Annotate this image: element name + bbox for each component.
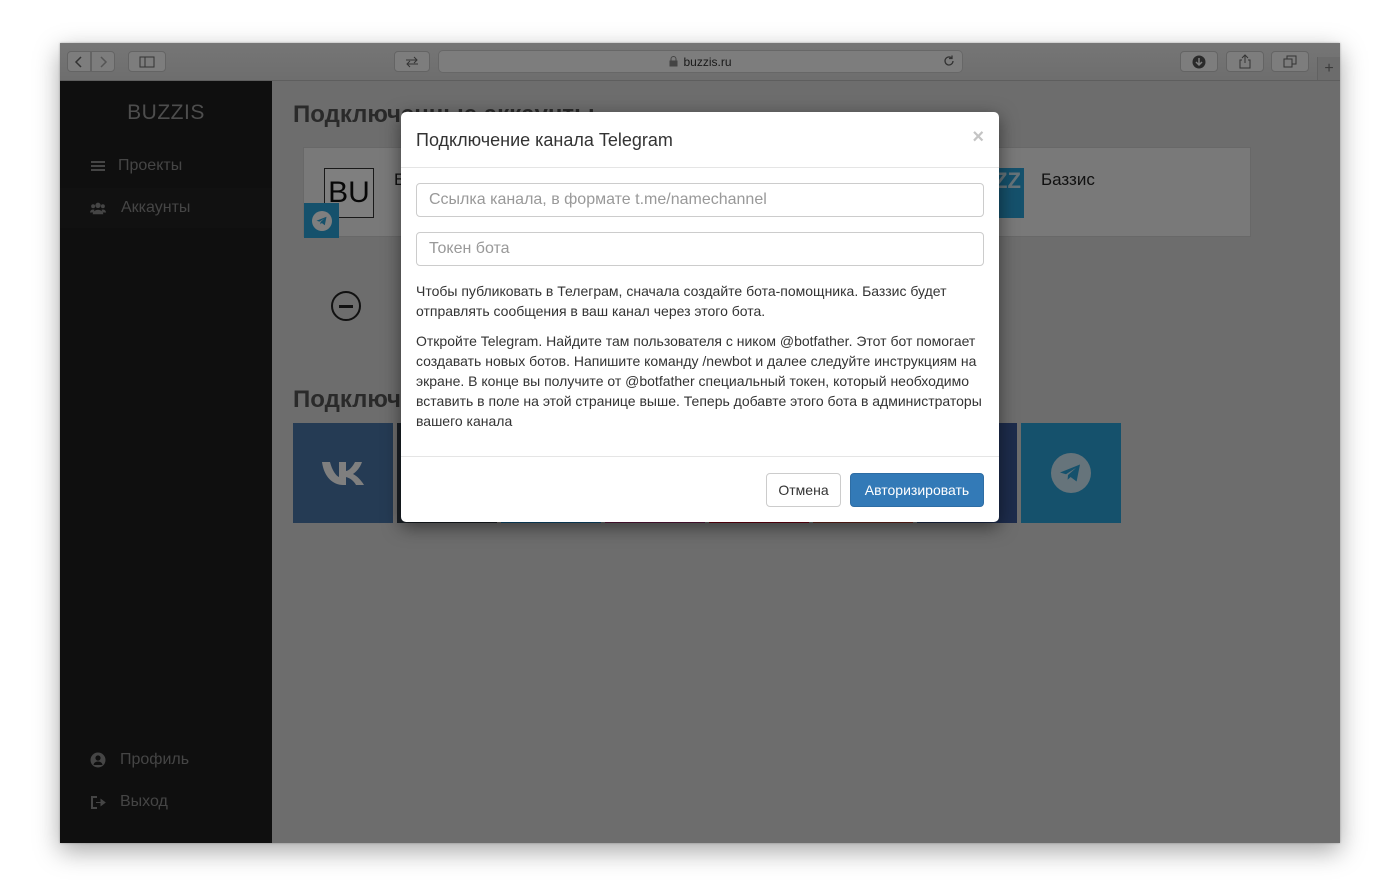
channel-link-input[interactable]	[416, 183, 984, 217]
help-text-instructions: Откройте Telegram. Найдите там пользоват…	[416, 333, 982, 429]
telegram-connect-modal: Подключение канала Telegram × Чтобы публ…	[401, 112, 999, 522]
modal-footer: Отмена Авторизировать	[401, 456, 999, 523]
authorize-button[interactable]: Авторизировать	[850, 473, 984, 507]
browser-window: buzzis.ru + BUZZIS Проекты Аккаун	[60, 43, 1340, 843]
modal-title: Подключение канала Telegram	[416, 130, 673, 150]
cancel-button[interactable]: Отмена	[766, 473, 841, 507]
modal-header: Подключение канала Telegram ×	[401, 112, 999, 168]
help-text-intro: Чтобы публиковать в Телеграм, сначала со…	[416, 283, 947, 319]
bot-token-input[interactable]	[416, 232, 984, 266]
close-icon[interactable]: ×	[972, 126, 984, 149]
